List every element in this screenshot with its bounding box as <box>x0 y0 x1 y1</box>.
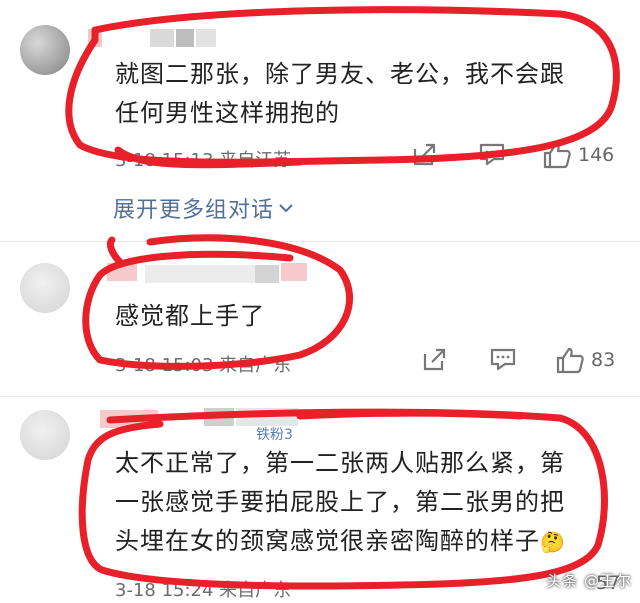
reply-button[interactable] <box>478 141 506 167</box>
share-icon <box>413 143 436 166</box>
avatar[interactable] <box>20 410 70 460</box>
comment-line: 头埋在女的颈窝感觉很亲密陶醉的样子🤔 <box>115 522 612 562</box>
avatar[interactable] <box>20 263 70 313</box>
comment-icon <box>490 348 516 371</box>
thumbs-up-icon <box>543 142 571 169</box>
comment-3: 铁粉3 太不正常了，第一二张两人贴那么紧，第 一张感觉手要拍屁股上了，第二张男的… <box>0 396 640 603</box>
comment-line-text: 头埋在女的颈窝感觉很亲密陶醉的样子 <box>115 527 540 555</box>
comment-text: 感觉都上手了 <box>115 297 612 336</box>
fan-level-badge: 铁粉3 <box>256 427 293 443</box>
username-mosaic <box>80 25 320 47</box>
comment-text: 就图二那张，除了男友、老公，我不会跟 任何男性这样拥抱的 <box>115 55 612 133</box>
comment-line: 任何男性这样拥抱的 <box>115 99 340 127</box>
thinking-emoji: 🤔 <box>540 530 566 554</box>
reply-button[interactable] <box>489 346 517 372</box>
like-count: 146 <box>578 144 615 166</box>
like-button[interactable]: 83 <box>555 346 615 374</box>
comment-actions: 146 <box>400 141 630 171</box>
thumbs-up-icon <box>556 347 584 374</box>
share-button[interactable] <box>412 141 438 167</box>
comment-text: 太不正常了，第一二张两人贴那么紧，第 一张感觉手要拍屁股上了，第二张男的把 头埋… <box>115 444 612 562</box>
expand-label: 展开更多组对话 <box>113 198 275 223</box>
comment-icon <box>479 143 505 166</box>
comment-line: 感觉都上手了 <box>115 302 265 330</box>
avatar[interactable] <box>20 25 70 75</box>
comment-meta: 3-18 15:13 来自江苏 <box>115 150 292 171</box>
comment-meta: 3-18 15:03 来自广东 <box>115 355 292 376</box>
watermark: 头条 @王尔 <box>546 572 632 590</box>
comment-1: 就图二那张，除了男友、老公，我不会跟 任何男性这样拥抱的 3-18 15:13 … <box>0 0 640 185</box>
share-icon <box>423 348 446 371</box>
share-button[interactable] <box>422 346 448 372</box>
comment-2: 感觉都上手了 3-18 15:03 来自广东 83 <box>0 241 640 396</box>
comment-meta: 3-18 15:24 来自广东 <box>115 580 292 601</box>
username-mosaic <box>95 261 335 283</box>
comment-actions: 83 <box>400 346 630 376</box>
comment-line: 就图二那张，除了男友、老公，我不会跟 <box>115 60 565 88</box>
chevron-down-icon <box>279 204 293 213</box>
like-count: 83 <box>591 349 616 371</box>
like-button[interactable]: 146 <box>542 141 614 169</box>
expand-conversation-link[interactable]: 展开更多组对话 <box>113 192 295 224</box>
comment-line: 太不正常了，第一二张两人贴那么紧，第 <box>115 449 565 477</box>
comment-line: 一张感觉手要拍屁股上了，第二张男的把 <box>115 488 565 516</box>
